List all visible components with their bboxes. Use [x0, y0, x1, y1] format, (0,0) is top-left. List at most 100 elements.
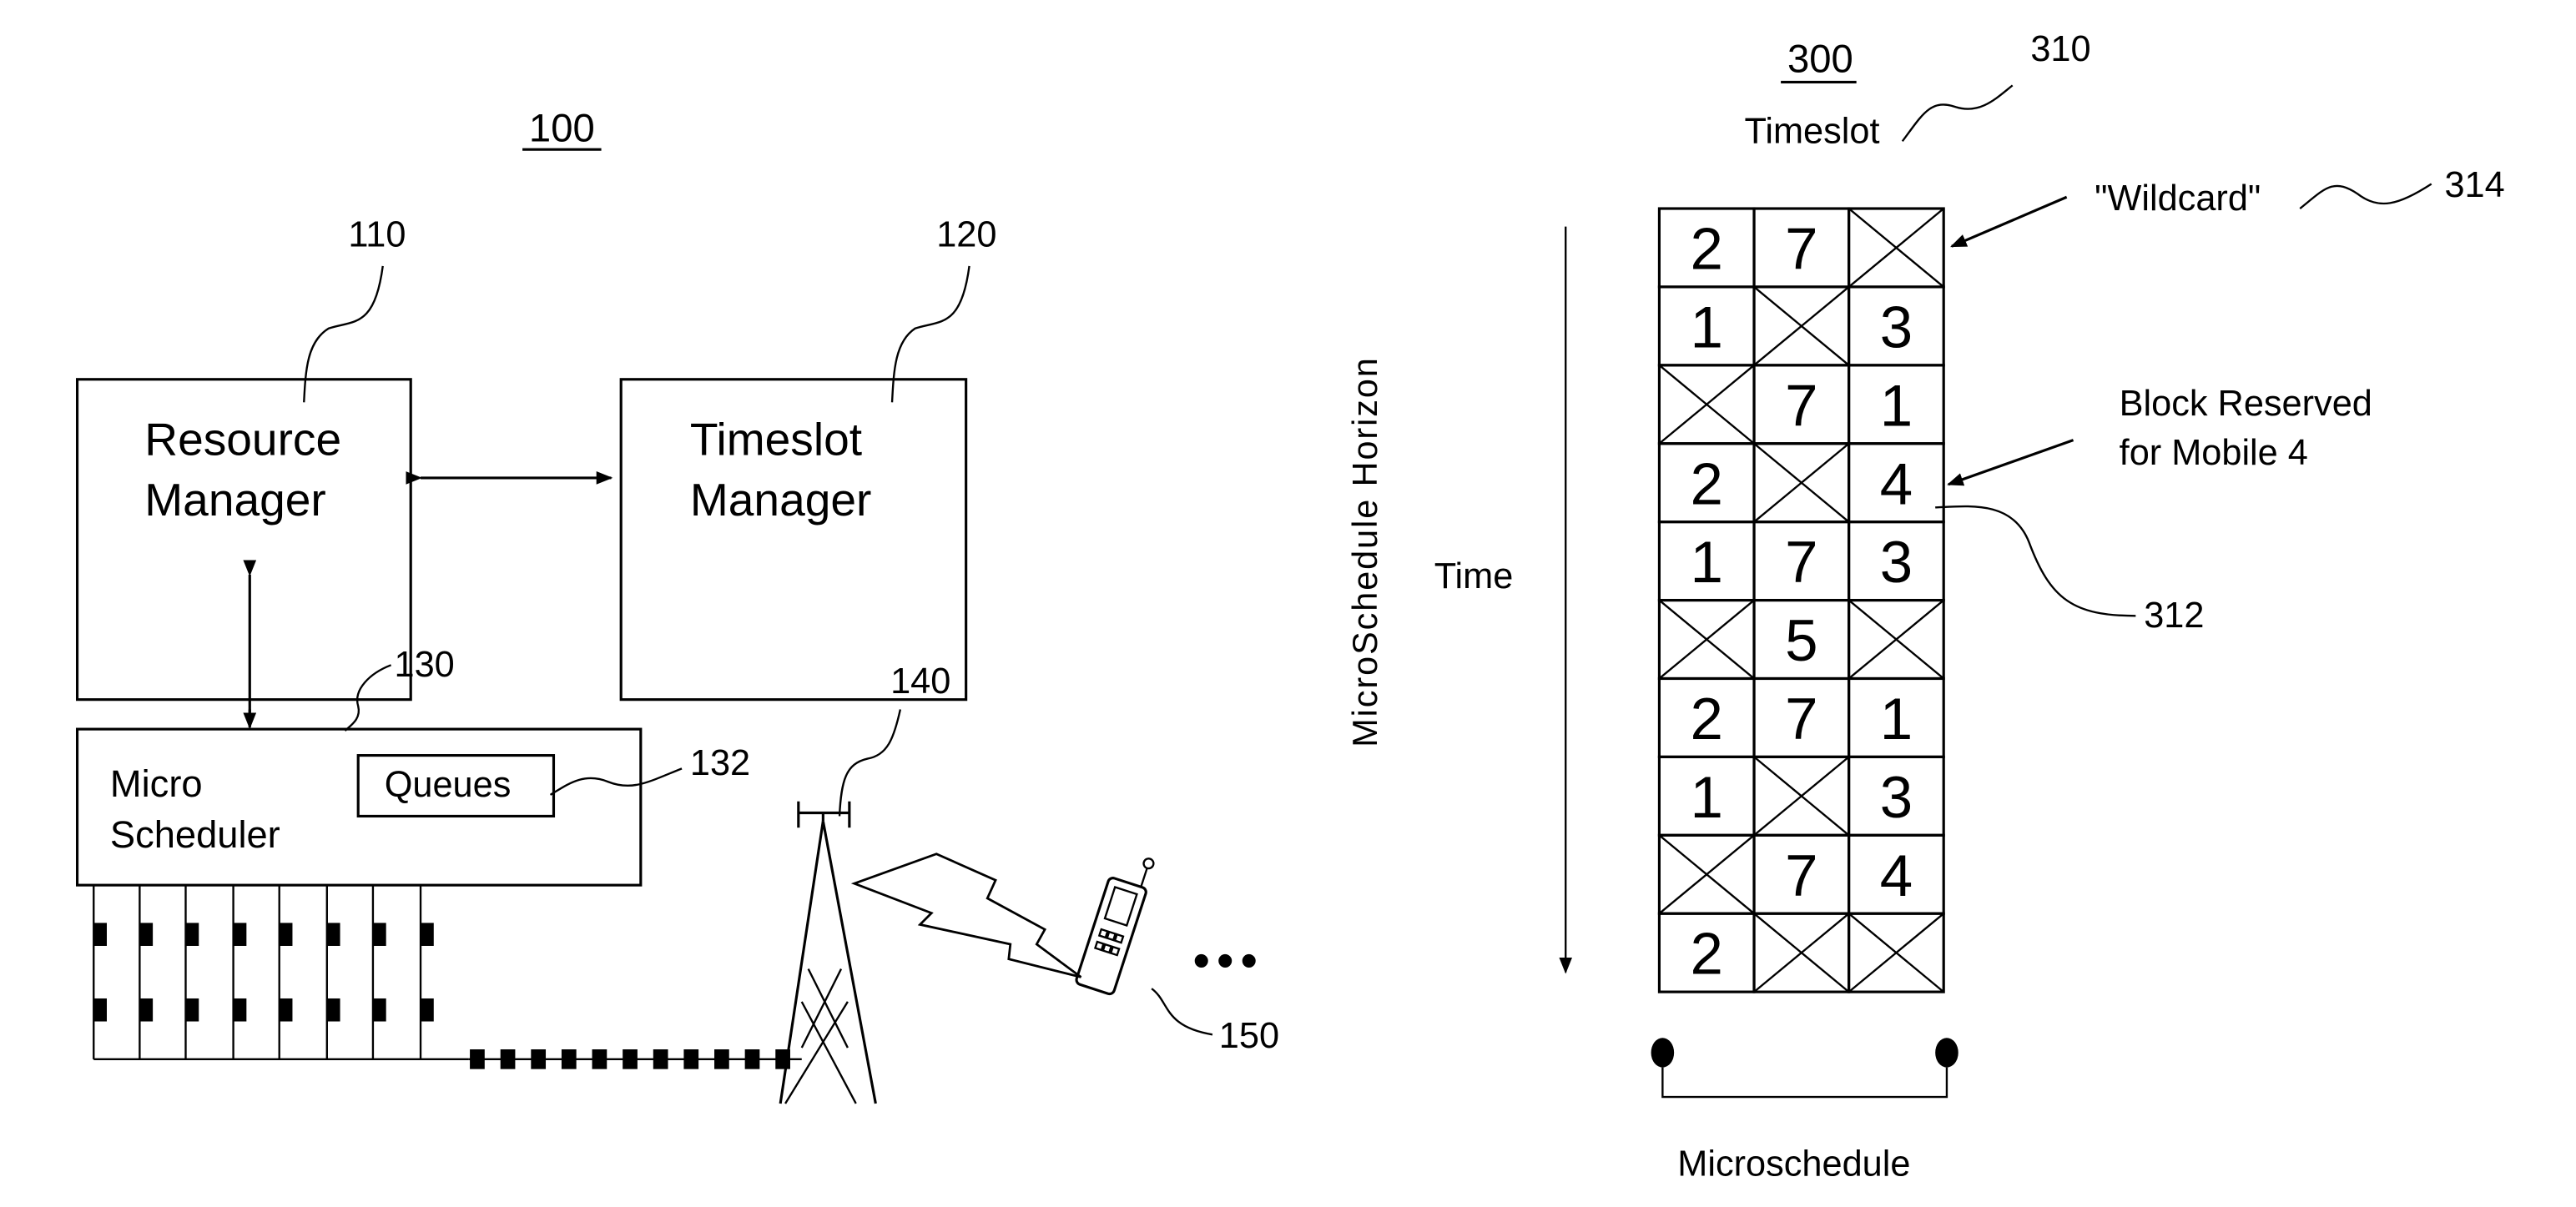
queues-label: Queues: [385, 765, 512, 805]
ref-132: 132: [690, 743, 750, 783]
reserved-cell: 7: [1752, 207, 1851, 289]
mobile-id: 7: [1785, 530, 1817, 596]
bracket-dot-left: [1651, 1038, 1675, 1068]
ref-110: 110: [348, 214, 406, 254]
resource-manager-label-2: Manager: [144, 474, 326, 526]
figure-number-100: 100: [529, 106, 595, 150]
transmitted-packet: [623, 1049, 638, 1069]
transmitted-packet: [500, 1049, 516, 1069]
queued-packet: [326, 998, 340, 1022]
queued-packet: [93, 998, 107, 1022]
reserved-cell: 4: [1848, 833, 1945, 915]
wildcard-cell: [1752, 285, 1851, 367]
queue-lanes: [93, 885, 469, 1060]
queued-packet: [421, 998, 434, 1022]
reserved-cell: 3: [1848, 755, 1945, 837]
transmitted-packet: [592, 1049, 607, 1069]
wireless-signal-icon: [850, 852, 1082, 978]
timeslot-manager-block: Timeslot Manager 120: [619, 214, 996, 702]
figure-100: 100 Resource Manager 110 Timeslot Manage…: [75, 106, 1279, 1104]
leader-110: [303, 265, 384, 403]
mobile-id: 1: [1880, 686, 1913, 752]
leader-140: [838, 709, 902, 817]
queued-packet: [185, 998, 199, 1022]
queued-packet: [326, 923, 340, 946]
ref-120: 120: [936, 214, 996, 254]
queues-block: Queues 132: [356, 743, 750, 818]
reserved-cell: 7: [1752, 521, 1851, 602]
mobile-id: 2: [1691, 922, 1723, 988]
mobile-id: 2: [1691, 451, 1723, 517]
leader-130: [344, 664, 392, 732]
microschedule-grid: 2 71 37 12 41 7 352 7 11 37 42: [1657, 207, 1945, 993]
queued-packet: [421, 923, 434, 946]
more-devices-ellipsis: •••: [1192, 933, 1264, 988]
mobile-id: 7: [1785, 843, 1817, 909]
reserved-cell: 7: [1752, 676, 1851, 758]
reserved-cell: 3: [1848, 521, 1945, 602]
figure-number-300: 300: [1787, 38, 1853, 82]
ref-140: 140: [890, 661, 950, 702]
queued-packet: [279, 998, 293, 1022]
queued-packet: [372, 923, 386, 946]
wildcard-cell: [1848, 598, 1945, 681]
mobile-id: 3: [1880, 765, 1913, 831]
reserved-cell: 5: [1752, 598, 1851, 681]
micro-scheduler-label-1: Micro: [110, 762, 203, 805]
reserved-cell: 2: [1657, 676, 1756, 758]
reserved-cell: 1: [1657, 521, 1756, 602]
reserved-cell: 1: [1848, 676, 1945, 758]
mobile-id: 7: [1785, 373, 1817, 439]
queued-packet: [279, 923, 293, 946]
timeslot-label: Timeslot: [1745, 111, 1880, 151]
queued-packet: [372, 998, 386, 1022]
mobile-id: 2: [1691, 686, 1723, 752]
reserved-cell: 3: [1848, 285, 1945, 367]
transmitted-packet: [531, 1049, 547, 1069]
reserved-cell: 2: [1657, 912, 1756, 993]
transmitted-packet: [744, 1049, 760, 1069]
transmitted-packet: [683, 1049, 699, 1069]
mobile-id: 3: [1880, 294, 1913, 360]
mobile-phone-icon: [1075, 857, 1155, 996]
queued-packet: [93, 923, 107, 946]
ref-314: 314: [2444, 165, 2504, 205]
mobile-id: 1: [1691, 765, 1723, 831]
wildcard-cell: [1657, 598, 1756, 681]
mobile-id: 4: [1880, 451, 1913, 517]
reserved-cell: 7: [1752, 364, 1851, 445]
reserved-arrow: [1947, 439, 2074, 486]
leader-310: [1901, 84, 2014, 143]
queued-packet: [233, 998, 247, 1022]
figure-300: 300 Timeslot 310 "Wildcard" 314 Block Re…: [1346, 29, 2505, 1184]
timeslot-manager-label-2: Manager: [690, 474, 872, 526]
ref-312: 312: [2144, 596, 2204, 636]
transmitted-packet: [470, 1049, 485, 1069]
transmitted-packet: [653, 1049, 668, 1069]
microschedule-label: Microschedule: [1677, 1144, 1910, 1184]
wildcard-arrow: [1950, 195, 2068, 248]
queued-packet: [185, 923, 199, 946]
horizon-label: MicroSchedule Horizon: [1346, 356, 1384, 747]
wildcard-cell: [1848, 912, 1945, 993]
mobile-id: 1: [1880, 373, 1913, 439]
reserved-label-line-1: Block Reserved: [2120, 384, 2372, 424]
reserved-cell: 2: [1657, 207, 1756, 289]
timeslot-manager-label-1: Timeslot: [690, 413, 862, 465]
mobile-id: 7: [1785, 217, 1817, 283]
wildcard-cell: [1848, 207, 1945, 289]
backhaul-link: [468, 1049, 802, 1069]
reserved-cell: 7: [1752, 833, 1851, 915]
bracket-dot-right: [1935, 1038, 1958, 1068]
micro-scheduler-label-2: Scheduler: [110, 813, 280, 856]
wildcard-label: "Wildcard": [2095, 179, 2261, 219]
wildcard-cell: [1657, 833, 1756, 915]
mobile-id: 7: [1785, 686, 1817, 752]
mobile-id: 5: [1785, 608, 1817, 674]
microschedule-bracket: [1651, 1038, 1958, 1099]
ref-310: 310: [2030, 29, 2090, 69]
reserved-cell: 1: [1657, 285, 1756, 367]
leader-120: [890, 265, 970, 403]
resource-manager-label-1: Resource: [144, 413, 341, 465]
reserved-cell: 4: [1848, 442, 1945, 524]
